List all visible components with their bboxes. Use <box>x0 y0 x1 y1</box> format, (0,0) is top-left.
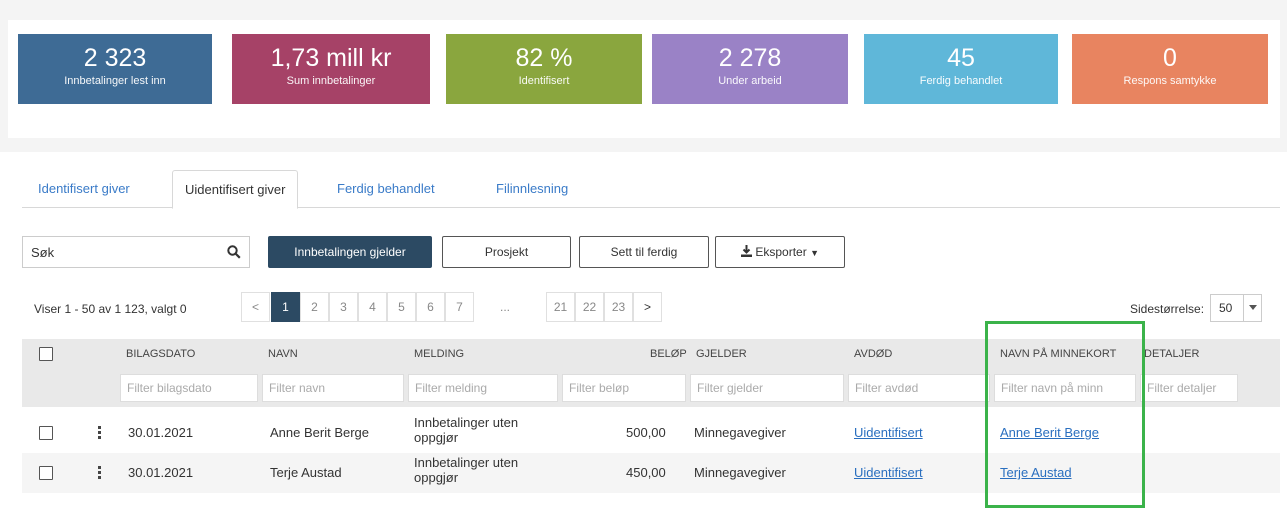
stat-tile-identifisert[interactable]: 82 % Identifisert <box>446 34 642 104</box>
stat-tile-respons[interactable]: 0 Respons samtykke <box>1072 34 1268 104</box>
pager-page-7[interactable]: 7 <box>445 292 474 322</box>
cell-avdod-link[interactable]: Uidentifisert <box>854 465 923 480</box>
cell-gjelder: Minnegavegiver <box>694 425 786 440</box>
col-header-belop[interactable]: BELØP <box>650 348 687 360</box>
cell-melding: Innbetalinger uten oppgjør <box>414 455 519 485</box>
col-header-navn[interactable]: NAVN <box>268 348 298 360</box>
stat-label: Respons samtykke <box>1123 75 1217 87</box>
pagesize-select[interactable]: 50 <box>1210 294 1262 322</box>
cell-gjelder: Minnegavegiver <box>694 465 786 480</box>
stat-label: Sum innbetalinger <box>286 75 376 87</box>
stat-value: 45 <box>947 44 975 72</box>
pager-page-1[interactable]: 1 <box>271 292 300 322</box>
cell-melding: Innbetalinger uten oppgjør <box>414 415 519 445</box>
download-icon <box>741 245 753 257</box>
main-content: Identifisert giver Uidentifisert giver F… <box>0 152 1287 515</box>
stat-value: 0 <box>1163 44 1177 72</box>
col-header-navn-minnekort[interactable]: NAVN PÅ MINNEKORT <box>1000 348 1116 360</box>
tab-ferdig-behandlet[interactable]: Ferdig behandlet <box>325 170 447 208</box>
eksporter-button[interactable]: Eksporter ▼ <box>715 236 845 268</box>
pager-ellipsis: ... <box>474 292 536 322</box>
pager-page-22[interactable]: 22 <box>575 292 604 322</box>
cell-bilagsdato: 30.01.2021 <box>128 425 194 440</box>
filter-bilagsdato[interactable] <box>120 374 258 402</box>
stat-label: Under arbeid <box>718 75 782 87</box>
stat-label: Ferdig behandlet <box>919 75 1003 87</box>
select-all-checkbox[interactable] <box>39 347 53 361</box>
pagesize-label: Sidestørrelse: <box>1130 302 1205 316</box>
filter-melding[interactable] <box>408 374 558 402</box>
cell-bilagsdato: 30.01.2021 <box>128 465 194 480</box>
col-header-melding[interactable]: MELDING <box>414 348 464 360</box>
stat-tile-ferdig[interactable]: 45 Ferdig behandlet <box>864 34 1058 104</box>
sett-til-ferdig-button[interactable]: Sett til ferdig <box>579 236 709 268</box>
caret-down-icon: ▼ <box>810 248 819 258</box>
stat-value: 2 278 <box>718 44 782 72</box>
cell-belop: 500,00 <box>626 425 666 440</box>
search-icon[interactable] <box>227 245 241 259</box>
pagesize-value: 50 <box>1219 301 1233 315</box>
pager-page-21[interactable]: 21 <box>546 292 575 322</box>
stat-tile-sum[interactable]: 1,73 mill kr Sum innbetalinger <box>232 34 430 104</box>
kebab-menu-icon[interactable] <box>98 466 102 480</box>
col-header-gjelder[interactable]: GJELDER <box>696 348 747 360</box>
pager-info: Viser 1 - 50 av 1 123, valgt 0 <box>34 302 187 316</box>
col-header-avdod[interactable]: AVDØD <box>854 348 892 360</box>
stat-label: Identifisert <box>518 75 570 87</box>
pager-page-3[interactable]: 3 <box>329 292 358 322</box>
pager-page-6[interactable]: 6 <box>416 292 445 322</box>
pager-next[interactable]: > <box>633 292 662 322</box>
cell-minnekort-link[interactable]: Terje Austad <box>1000 465 1072 480</box>
stat-tile-innbetalinger[interactable]: 2 323 Innbetalinger lest inn <box>18 34 212 104</box>
cell-belop: 450,00 <box>626 465 666 480</box>
pager-page-23[interactable]: 23 <box>604 292 633 322</box>
tab-identifisert-giver[interactable]: Identifisert giver <box>26 170 142 208</box>
cell-navn: Anne Berit Berge <box>270 425 370 440</box>
table-row[interactable]: 30.01.2021 Terje Austad Innbetalinger ut… <box>22 453 1280 493</box>
table-row[interactable]: 30.01.2021 Anne Berit Berge Innbetalinge… <box>22 413 1280 453</box>
filter-avdod[interactable] <box>848 374 990 402</box>
pager-page-4[interactable]: 4 <box>358 292 387 322</box>
tab-filinnlesning[interactable]: Filinnlesning <box>484 170 580 208</box>
cell-avdod-link[interactable]: Uidentifisert <box>854 425 923 440</box>
col-header-detaljer[interactable]: DETALJER <box>1144 348 1199 360</box>
filter-navn-minnekort[interactable] <box>994 374 1136 402</box>
filter-belop[interactable] <box>562 374 686 402</box>
search-box <box>22 236 250 268</box>
stat-tile-under-arbeid[interactable]: 2 278 Under arbeid <box>652 34 848 104</box>
filter-navn[interactable] <box>262 374 404 402</box>
cell-navn: Terje Austad <box>270 465 342 480</box>
row-checkbox[interactable] <box>39 426 53 440</box>
stat-label: Innbetalinger lest inn <box>64 75 166 87</box>
col-header-bilagsdato[interactable]: BILAGSDATO <box>126 348 195 360</box>
stat-value: 1,73 mill kr <box>270 44 392 72</box>
stat-value: 82 % <box>515 44 573 72</box>
stats-panel: 2 323 Innbetalinger lest inn 1,73 mill k… <box>8 20 1280 138</box>
pager-page-2[interactable]: 2 <box>300 292 329 322</box>
caret-down-icon[interactable] <box>1243 295 1261 321</box>
tab-uidentifisert-giver[interactable]: Uidentifisert giver <box>172 170 299 209</box>
eksporter-label: Eksporter <box>755 245 807 259</box>
pager-page-5[interactable]: 5 <box>387 292 416 322</box>
cell-minnekort-link[interactable]: Anne Berit Berge <box>1000 425 1099 440</box>
filter-gjelder[interactable] <box>690 374 844 402</box>
stat-value: 2 323 <box>83 44 147 72</box>
kebab-menu-icon[interactable] <box>98 426 102 440</box>
prosjekt-button[interactable]: Prosjekt <box>442 236 571 268</box>
table-header: BILAGSDATO NAVN MELDING BELØP GJELDER AV… <box>22 339 1280 407</box>
pager-prev[interactable]: < <box>241 292 270 322</box>
filter-detaljer[interactable] <box>1140 374 1238 402</box>
search-input[interactable] <box>23 237 213 267</box>
tab-bar: Identifisert giver Uidentifisert giver F… <box>22 170 1280 209</box>
innbetalingen-gjelder-button[interactable]: Innbetalingen gjelder <box>268 236 432 268</box>
row-checkbox[interactable] <box>39 466 53 480</box>
